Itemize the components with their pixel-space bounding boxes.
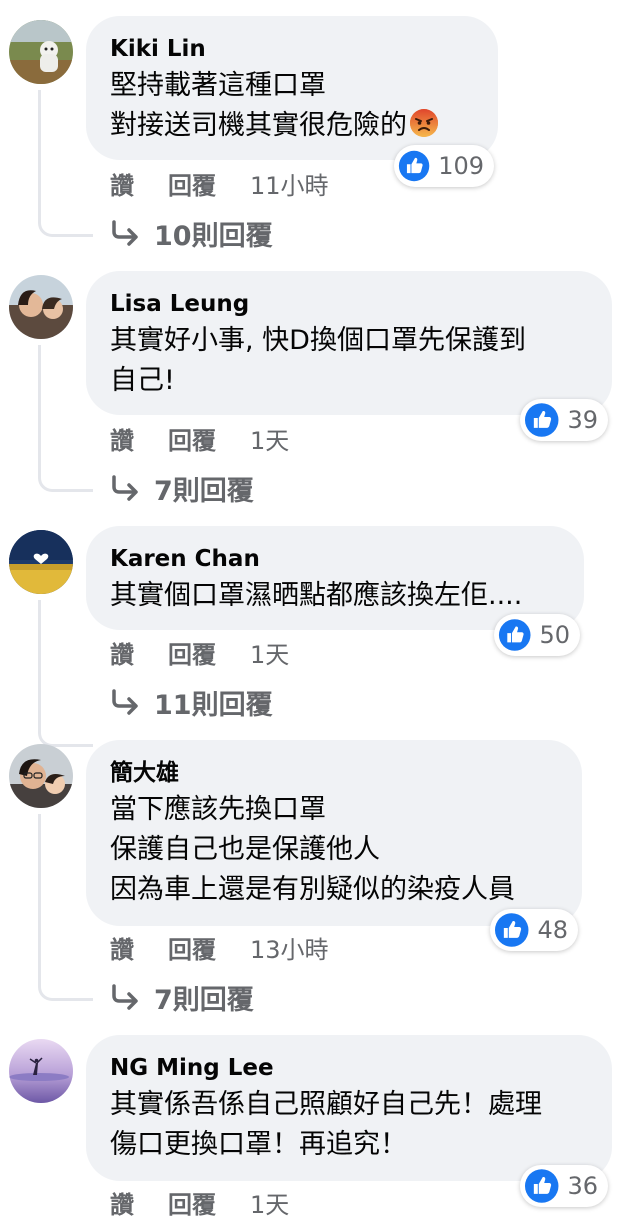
reaction-count: 48 <box>537 916 568 944</box>
comment-text-wrap: 堅持載著這種口罩 對接送司機其實很危險的 <box>110 66 474 146</box>
angry-face-icon <box>410 109 438 137</box>
comment-author[interactable]: Karen Chan <box>110 544 560 574</box>
comment-timestamp[interactable]: 11小時 <box>250 166 329 201</box>
reply-button[interactable]: 回覆 <box>168 635 216 670</box>
comment-text: 堅持載著這種口罩 對接送司機其實很危險的 <box>110 70 407 141</box>
reply-button[interactable]: 回覆 <box>168 1185 216 1220</box>
thumbs-up-icon <box>398 150 430 182</box>
reply-arrow-icon <box>112 689 138 715</box>
thread-line <box>38 90 93 237</box>
replies-count-label: 7則回覆 <box>154 475 254 507</box>
comment-bubble: Kiki Lin 堅持載著這種口罩 對接送司機其實很危險的 <box>86 16 498 160</box>
comment-actions: 讚 回覆 11小時 <box>110 166 329 200</box>
comment-timestamp[interactable]: 1天 <box>250 421 289 456</box>
comment-bubble: 簡大雄 當下應該先換口罩 保護自己也是保護他人 因為車上還是有別疑似的染疫人員 <box>86 740 582 926</box>
reply-arrow-icon <box>112 220 138 246</box>
comment-author[interactable]: Lisa Leung <box>110 289 588 319</box>
reply-button[interactable]: 回覆 <box>168 930 216 965</box>
comment-author[interactable]: 簡大雄 <box>110 758 558 788</box>
reaction-summary[interactable]: 39 <box>520 399 608 441</box>
thumbs-up-icon <box>524 1169 559 1203</box>
avatar[interactable] <box>9 530 73 594</box>
comment-author[interactable]: Kiki Lin <box>110 34 474 64</box>
comment-text: 當下應該先換口罩 保護自己也是保護他人 因為車上還是有別疑似的染疫人員 <box>110 794 515 905</box>
comment-bubble: Lisa Leung 其實好小事, 快D換個口罩先保護到 自己! <box>86 271 612 415</box>
reply-arrow-icon <box>112 475 138 501</box>
like-button[interactable]: 讚 <box>110 1185 134 1220</box>
comment-text: 其實好小事, 快D換個口罩先保護到 自己! <box>110 325 526 396</box>
thumbs-up-icon <box>524 403 559 437</box>
reply-button[interactable]: 回覆 <box>168 421 216 456</box>
avatar[interactable] <box>9 744 73 808</box>
thumbs-up-icon <box>498 619 531 651</box>
like-button[interactable]: 讚 <box>110 635 134 670</box>
comment-text: 其實係吾係自己照顧好自己先！處理 傷口更換口罩！再追究！ <box>110 1089 542 1160</box>
avatar[interactable] <box>9 275 73 339</box>
reaction-count: 39 <box>567 406 598 434</box>
comment-actions: 讚 回覆 1天 <box>110 1185 289 1219</box>
avatar[interactable] <box>9 20 73 84</box>
thread-line <box>38 600 93 747</box>
view-replies-link[interactable]: 11則回覆 <box>110 682 273 722</box>
reaction-count: 50 <box>539 621 570 649</box>
comment-author[interactable]: NG Ming Lee <box>110 1053 588 1083</box>
reaction-summary[interactable]: 36 <box>520 1165 608 1207</box>
like-button[interactable]: 讚 <box>110 930 134 965</box>
reply-button[interactable]: 回覆 <box>168 166 216 201</box>
view-replies-link[interactable]: 7則回覆 <box>110 468 254 508</box>
comment-actions: 讚 回覆 1天 <box>110 635 289 669</box>
view-replies-link[interactable]: 10則回覆 <box>110 213 273 253</box>
reaction-count: 109 <box>438 152 484 180</box>
comment-timestamp[interactable]: 1天 <box>250 635 289 670</box>
like-button[interactable]: 讚 <box>110 166 134 201</box>
like-button[interactable]: 讚 <box>110 421 134 456</box>
thread-line <box>38 814 93 1001</box>
comment-actions: 讚 回覆 1天 <box>110 421 289 455</box>
replies-count-label: 7則回覆 <box>154 984 254 1016</box>
reaction-summary[interactable]: 50 <box>494 614 580 656</box>
reaction-summary[interactable]: 109 <box>394 145 494 187</box>
comment-timestamp[interactable]: 13小時 <box>250 930 329 965</box>
replies-count-label: 11則回覆 <box>154 689 273 721</box>
avatar[interactable] <box>9 1039 73 1103</box>
comment-actions: 讚 回覆 13小時 <box>110 930 329 964</box>
reaction-count: 36 <box>567 1172 598 1200</box>
thumbs-up-icon <box>494 913 529 947</box>
reaction-summary[interactable]: 48 <box>490 909 578 951</box>
comment-bubble: NG Ming Lee 其實係吾係自己照顧好自己先！處理 傷口更換口罩！再追究！ <box>86 1035 612 1181</box>
comment-text: 其實個口罩濕晒點都應該換左佢.... <box>110 580 523 611</box>
replies-count-label: 10則回覆 <box>154 220 273 252</box>
view-replies-link[interactable]: 7則回覆 <box>110 977 254 1017</box>
thread-line <box>38 345 93 492</box>
comment-timestamp[interactable]: 1天 <box>250 1185 289 1220</box>
reply-arrow-icon <box>112 984 138 1010</box>
